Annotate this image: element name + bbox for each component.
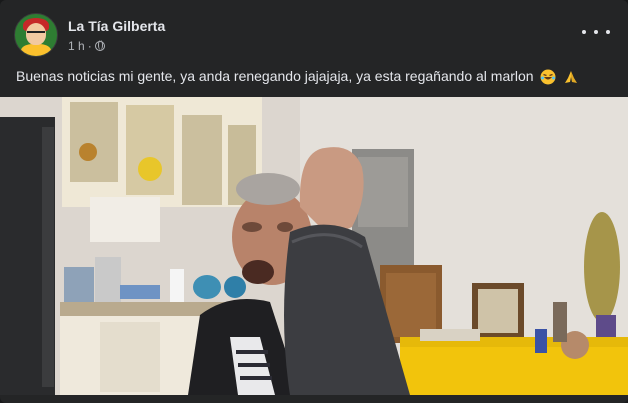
globe-icon[interactable] [94, 40, 105, 51]
photo-scene [0, 97, 628, 395]
caption-text: Buenas noticias mi gente, ya anda renega… [16, 68, 534, 84]
more-options-icon[interactable] [582, 22, 610, 42]
folded-hands-icon [565, 71, 578, 84]
post-photo[interactable] [0, 97, 628, 395]
post-meta: La Tía Gilberta 1 h · [68, 17, 165, 54]
post-card: La Tía Gilberta 1 h · Buenas noticias mi… [0, 0, 628, 403]
rolling-on-floor-laughing-icon [540, 69, 556, 85]
post-header: La Tía Gilberta 1 h · [14, 12, 165, 58]
post-time[interactable]: 1 h [68, 38, 85, 54]
separator-dot: · [87, 38, 92, 53]
author-avatar[interactable] [14, 13, 58, 57]
author-name[interactable]: La Tía Gilberta [68, 17, 165, 35]
post-caption: Buenas noticias mi gente, ya anda renega… [16, 66, 579, 86]
post-subline: 1 h · [68, 38, 165, 54]
